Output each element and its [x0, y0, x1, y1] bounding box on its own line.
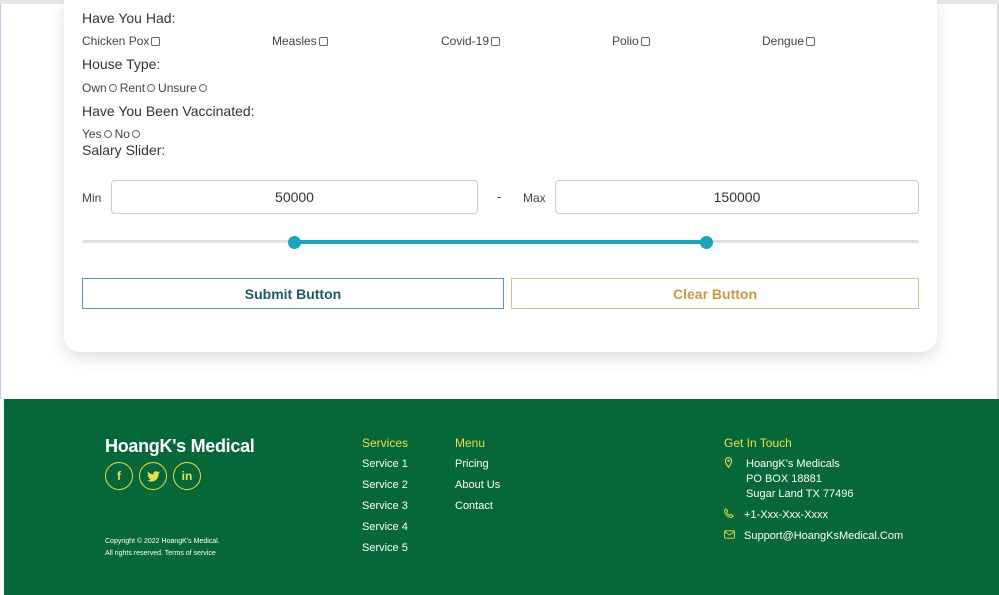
location-pin-icon	[724, 457, 744, 502]
submit-button[interactable]: Submit Button	[82, 278, 504, 309]
radio-rent[interactable]	[147, 84, 156, 92]
house-type-title: House Type:	[82, 56, 161, 72]
salary-slider-min-handle[interactable]	[288, 236, 302, 249]
checkbox-label: Chicken Pox	[82, 34, 150, 48]
radio-label: No	[114, 127, 130, 141]
had-title: Have You Had:	[82, 10, 176, 26]
checkbox-polio[interactable]: Polio	[612, 34, 650, 48]
social-links: f in	[105, 462, 201, 490]
email-row[interactable]: Support@HoangKsMedical.Com	[724, 529, 903, 544]
checkbox-covid-19[interactable]: Covid-19	[441, 34, 501, 48]
menu-link-contact[interactable]: Contact	[455, 500, 493, 512]
salary-slider-max-handle[interactable]	[699, 236, 713, 249]
address-line: Sugar Land TX 77496	[746, 488, 854, 500]
terms-line[interactable]: All rights reserved. Terms of service	[105, 548, 220, 560]
min-label: Min	[82, 191, 102, 205]
clear-button[interactable]: Clear Button	[511, 278, 919, 309]
radio-label: Own	[82, 81, 107, 95]
checkbox[interactable]	[806, 36, 816, 46]
menu-title: Menu	[455, 436, 486, 450]
vaccinated-title: Have You Been Vaccinated:	[82, 103, 255, 119]
address-line: PO BOX 18881	[746, 473, 822, 485]
radio-label: Unsure	[158, 81, 197, 95]
house-type-options: Own Rent Unsure	[82, 81, 210, 95]
twitter-icon[interactable]	[139, 462, 167, 490]
copyright: Copyright © 2022 HoangK's Medical. All r…	[105, 536, 220, 560]
checkbox[interactable]	[491, 36, 501, 46]
left-edge	[0, 4, 5, 399]
max-salary-input[interactable]: 150000	[555, 180, 919, 214]
services-title: Services	[362, 436, 409, 450]
checkbox-chicken-pox[interactable]: Chicken Pox	[82, 34, 161, 48]
service-link[interactable]: Service 3	[362, 500, 408, 512]
email-address[interactable]: Support@HoangKsMedical.Com	[744, 529, 903, 544]
phone-icon	[724, 508, 744, 523]
contact-title: Get In Touch	[724, 436, 792, 450]
service-link[interactable]: Service 5	[362, 542, 408, 554]
radio-label: Yes	[82, 127, 102, 141]
menu-link-about-us[interactable]: About Us	[455, 479, 500, 491]
menu-link-pricing[interactable]: Pricing	[455, 458, 489, 470]
checkbox-label: Polio	[612, 34, 639, 48]
salary-slider-title: Salary Slider:	[82, 142, 166, 158]
copyright-line: Copyright © 2022 HoangK's Medical.	[105, 538, 220, 545]
radio-yes[interactable]	[103, 130, 112, 138]
address-row: HoangK's Medicals PO BOX 18881 Sugar Lan…	[724, 457, 853, 502]
radio-own[interactable]	[108, 84, 117, 92]
phone-row[interactable]: +1-Xxx-Xxx-Xxxx	[724, 508, 828, 523]
linkedin-icon[interactable]: in	[173, 462, 201, 490]
checkbox-dengue[interactable]: Dengue	[762, 34, 816, 48]
checkbox[interactable]	[640, 36, 650, 46]
radio-label: Rent	[119, 81, 146, 95]
phone-number[interactable]: +1-Xxx-Xxx-Xxxx	[744, 508, 828, 523]
footer: HoangK's Medical f in Copyright © 2022 H…	[4, 399, 999, 595]
range-dash: -	[497, 189, 502, 204]
address-line: HoangK's Medicals	[746, 458, 840, 470]
checkbox-label: Dengue	[762, 34, 805, 48]
radio-unsure[interactable]	[198, 84, 207, 92]
service-link[interactable]: Service 1	[362, 458, 408, 470]
checkbox[interactable]	[318, 36, 328, 46]
footer-brand[interactable]: HoangK's Medical	[105, 436, 255, 457]
checkbox[interactable]	[151, 36, 161, 46]
vaccinated-options: Yes No	[82, 127, 143, 141]
salary-slider-range	[294, 240, 707, 244]
checkbox-label: Covid-19	[441, 34, 490, 48]
envelope-icon	[724, 529, 744, 544]
checkbox-label: Measles	[272, 34, 317, 48]
radio-no[interactable]	[131, 130, 140, 138]
service-link[interactable]: Service 4	[362, 521, 408, 533]
min-salary-input[interactable]: 50000	[111, 180, 478, 214]
checkbox-measles[interactable]: Measles	[272, 34, 328, 48]
max-label: Max	[523, 191, 546, 205]
facebook-icon[interactable]: f	[105, 462, 133, 490]
service-link[interactable]: Service 2	[362, 479, 408, 491]
